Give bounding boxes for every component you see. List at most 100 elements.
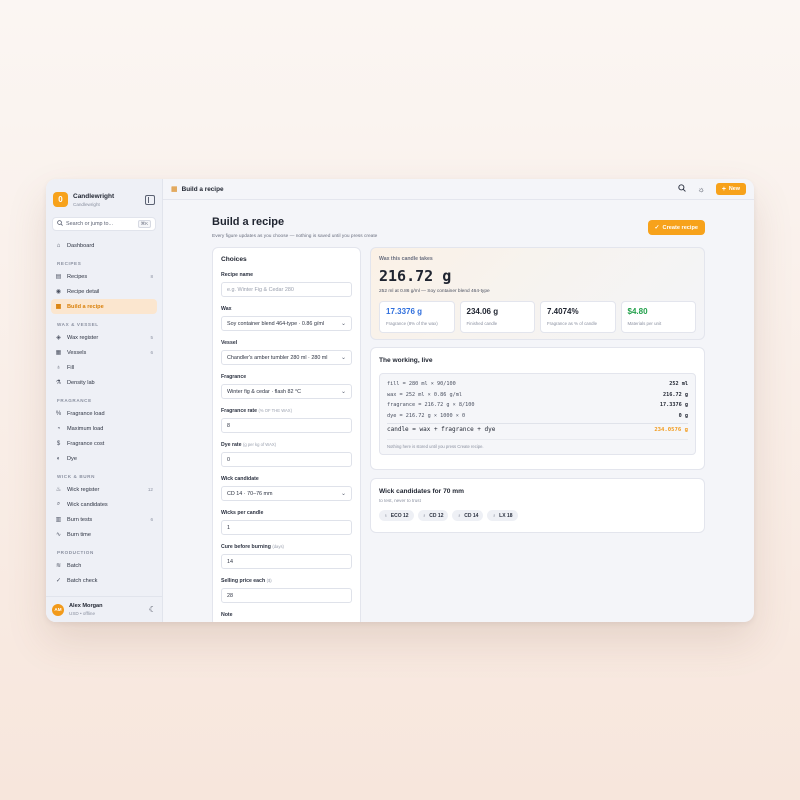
field-wicks-per-candle: Wicks per candle 1	[221, 510, 352, 535]
sidebar-item-dye[interactable]: ◐ Dye	[51, 451, 157, 466]
flask-icon: ⚗	[55, 380, 62, 386]
sidebar-item-label: Build a recipe	[67, 303, 104, 310]
sidebar-item-count: 8	[150, 274, 153, 279]
sidebar-item-wax-register[interactable]: ◈ Wax register 5	[51, 330, 157, 345]
moon-icon[interactable]: ☾	[149, 605, 156, 614]
wick-chip[interactable]: ♁ LX 18	[487, 510, 518, 521]
search-icon[interactable]	[678, 184, 687, 194]
wick-chip-label: LX 18	[499, 512, 513, 519]
field-label-text: Selling price each	[221, 578, 266, 584]
sidebar-item-vessels[interactable]: ▦ Vessels 6	[51, 345, 157, 360]
sidebar-item-density-lab[interactable]: ⚗ Density lab	[51, 375, 157, 390]
search-box[interactable]: Search or jump to... ⌘K	[52, 217, 156, 231]
page-content: Build a recipe Every figure updates as y…	[212, 200, 705, 622]
fragrance-select[interactable]: Winter fig & cedar · flash 82 °C ⌄	[221, 384, 352, 399]
topbar-title: Build a recipe	[181, 185, 224, 193]
field-value: Winter fig & cedar · flash 82 °C	[227, 388, 302, 395]
fragrance-rate-input[interactable]: 8	[221, 418, 352, 433]
sidebar-item-count: 6	[150, 517, 153, 522]
palette-icon: ◐	[56, 455, 61, 462]
field-label-text: Cure before burning	[221, 544, 271, 550]
wax-summary-card: Wax this candle takes 216.72 g 252 ml at…	[370, 247, 705, 340]
sidebar-item-batch-check[interactable]: ✓ Batch check	[51, 573, 157, 588]
stat-label: Materials per unit	[627, 321, 662, 326]
layers-icon: ◈	[56, 335, 61, 341]
sidebar-item-label: Wax register	[67, 334, 99, 341]
working-title: The working, live	[379, 357, 433, 364]
field-hint: (% OF THE WAX)	[258, 408, 293, 413]
sidebar-item-label: Dye	[67, 455, 77, 462]
field-value: 28	[227, 592, 233, 599]
selling-price-each-input[interactable]: 28	[221, 588, 352, 603]
chevron-down-icon: ⌄	[340, 491, 346, 497]
field-label-text: Wick candidate	[221, 476, 259, 482]
calculation-expression: dye = 216.72 g × 1000 × 0	[387, 412, 466, 419]
app-subtitle: Candlewright	[73, 201, 100, 207]
new-button[interactable]: + New	[715, 183, 746, 195]
wax-select[interactable]: Soy container blend 464-type · 0.86 g/ml…	[221, 316, 352, 331]
calculation-line: fill = 280 ml × 90/100 252 ml	[387, 379, 688, 390]
field-hint: ($)	[266, 578, 272, 583]
total-expression: candle = wax + fragrance + dye	[387, 426, 496, 434]
wicks-per-candle-input[interactable]: 1	[221, 520, 352, 535]
dollar-icon: $	[56, 440, 61, 447]
sidebar-item-label: Recipe detail	[67, 288, 100, 295]
vessel-select[interactable]: Chandler's amber tumbler 280 ml · 280 ml…	[221, 350, 352, 365]
sidebar-item-label: Maximum load	[67, 425, 104, 432]
field-fragrance: Fragrance Winter fig & cedar · flash 82 °…	[221, 374, 352, 399]
calculation-expression: wax = 252 ml × 0.86 g/ml	[387, 391, 462, 398]
sidebar-item-recipe-detail[interactable]: ◉ Recipe detail	[51, 284, 157, 299]
wick-chip[interactable]: ♁ ECO 12	[379, 510, 414, 521]
sidebar: 0 Candlewright Candlewright Search or ju…	[46, 179, 163, 622]
field-hint: (g per kg of WAX)	[242, 442, 277, 447]
app-window: 0 Candlewright Candlewright Search or ju…	[46, 179, 754, 622]
user-name: Alex Morgan	[69, 603, 103, 609]
gauge-icon: ◔	[56, 425, 61, 432]
sidebar-toggle-icon[interactable]	[145, 194, 155, 205]
sidebar-nav: ⌂ Dashboard RECIPES ▤ Recipes 8 ◉ Recipe deta…	[46, 238, 162, 588]
sidebar-item-batch[interactable]: ≋ Batch	[51, 558, 157, 573]
grid-icon: ▦	[55, 350, 62, 356]
sidebar-item-maximum-load[interactable]: ◔ Maximum load	[51, 421, 157, 436]
wick-candidate-select[interactable]: CD 14 · 70–76 mm ⌄	[221, 486, 352, 501]
wick-chip[interactable]: ♁ CD 14	[452, 510, 484, 521]
brand: 0 Candlewright Candlewright	[46, 179, 162, 212]
note-label: Note	[221, 612, 352, 618]
dye-rate-input[interactable]: 0	[221, 452, 352, 467]
create-recipe-button[interactable]: ✓ Create recipe	[647, 220, 705, 235]
create-recipe-label: Create recipe	[662, 224, 698, 231]
field-value: 14	[227, 558, 233, 565]
calculation-box: fill = 280 ml × 90/100 252 ml wax = 252 ml…	[379, 373, 696, 455]
sun-icon[interactable]: ☼	[697, 185, 704, 194]
sidebar-item-recipes[interactable]: ▤ Recipes 8	[51, 269, 157, 284]
sidebar-item-count: 12	[147, 487, 153, 492]
sidebar-item-fragrance-cost[interactable]: $ Fragrance cost	[51, 436, 157, 451]
user-panel[interactable]: AM Alex Morgan USD • offline ☾	[46, 596, 162, 622]
sidebar-item-build-a-recipe[interactable]: ▦ Build a recipe	[51, 299, 157, 314]
sidebar-item-wick-candidates[interactable]: ⌕ Wick candidates	[51, 497, 157, 512]
sidebar-item-label: Recipes	[67, 273, 88, 280]
stack-icon: ≋	[55, 563, 62, 569]
cure-before-burning-label: Cure before burning (days)	[221, 544, 352, 550]
calculation-total: candle = wax + fragrance + dye 234.0576 …	[387, 423, 688, 434]
sidebar-item-burn-tests[interactable]: ▥ Burn tests 6	[51, 512, 157, 527]
sidebar-item-wick-register[interactable]: ♨ Wick register 12	[51, 482, 157, 497]
field-label-text: Recipe name	[221, 272, 254, 278]
field-value: 0	[227, 456, 230, 463]
stat-value: 7.4074%	[547, 307, 579, 316]
cure-before-burning-input[interactable]: 14	[221, 554, 352, 569]
field-wick-candidate: Wick candidate CD 14 · 70–76 mm ⌄	[221, 476, 352, 501]
sidebar-item-fragrance-load[interactable]: % Fragrance load	[51, 406, 157, 421]
fragrance-label: Fragrance	[221, 374, 352, 380]
sidebar-item-dashboard[interactable]: ⌂ Dashboard	[51, 238, 157, 253]
sidebar-item-burn-time[interactable]: ∿ Burn time	[51, 527, 157, 542]
sidebar-item-label: Burn tests	[67, 516, 93, 523]
sidebar-item-fill[interactable]: ♁ Fill	[51, 360, 157, 375]
topbar: ▦ Build a recipe ☼ + New	[163, 179, 754, 200]
recipe-name-input[interactable]: e.g. Winter Fig & Cedar 280	[221, 282, 352, 297]
vessel-label: Vessel	[221, 340, 352, 346]
wick-chip[interactable]: ♁ CD 12	[417, 510, 449, 521]
search-placeholder: Search or jump to...	[66, 221, 114, 227]
wax-summary-label: Wax this candle takes	[379, 256, 433, 262]
sidebar-item-label: Vessels	[67, 349, 87, 356]
